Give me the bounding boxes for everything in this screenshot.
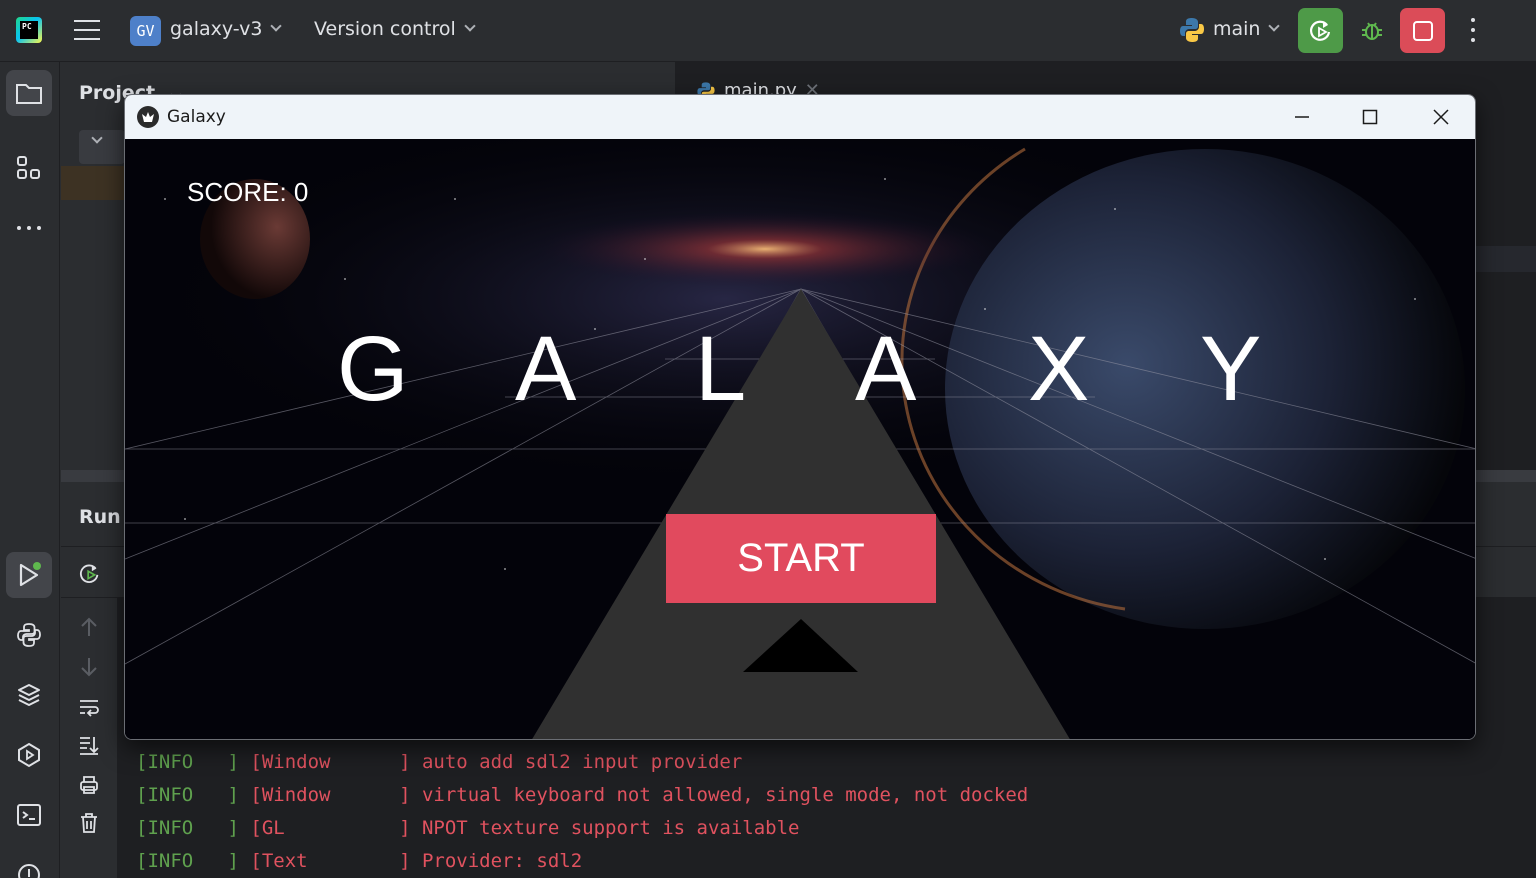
minimize-icon	[1295, 116, 1309, 118]
current-line-highlight	[1475, 246, 1536, 272]
console-line: [INFO ] [Text ] Provider: sdl2	[136, 850, 583, 872]
trash-icon[interactable]	[78, 812, 100, 834]
galaxy-game-window: Galaxy SCORE: 0 G A L A X Y START	[124, 94, 1476, 740]
run-tool-button[interactable]	[6, 552, 52, 598]
score-label: SCORE: 0	[187, 177, 309, 207]
stop-icon	[1412, 20, 1433, 41]
more-actions-icon[interactable]	[1464, 18, 1482, 42]
tree-row-folder[interactable]	[61, 166, 131, 200]
chevron-down-icon	[1268, 20, 1281, 32]
terminal-button[interactable]	[6, 792, 52, 838]
version-control-menu[interactable]: Version control	[314, 18, 476, 40]
structure-icon	[17, 156, 40, 179]
python-icon	[1178, 16, 1206, 44]
structure-tool-button[interactable]	[6, 145, 52, 191]
problems-icon	[18, 864, 40, 878]
start-button[interactable]: START	[666, 514, 936, 603]
maximize-button[interactable]	[1335, 95, 1405, 139]
run-configuration-name: main	[1213, 18, 1261, 40]
title-letter: X	[1028, 318, 1090, 420]
python-console-button[interactable]	[6, 612, 52, 658]
print-icon[interactable]	[78, 774, 100, 796]
left-tool-strip	[0, 62, 60, 878]
services-button[interactable]	[6, 732, 52, 778]
title-letter: Y	[1200, 318, 1262, 420]
title-letter: G	[337, 318, 409, 420]
game-canvas[interactable]: SCORE: 0 G A L A X Y START	[125, 139, 1475, 739]
project-selector[interactable]: galaxy-v3	[170, 18, 283, 40]
run-panel-title: Run	[79, 506, 121, 528]
version-control-label: Version control	[314, 18, 456, 40]
console-line: [INFO ] [GL ] NPOT texture support is av…	[136, 817, 800, 839]
rerun-icon[interactable]	[78, 562, 102, 586]
window-title-bar[interactable]: Galaxy	[125, 95, 1475, 139]
folder-icon	[16, 84, 42, 104]
title-letter: A	[515, 318, 577, 420]
ide-toolbar: PC GV galaxy-v3 Version control main	[0, 0, 1536, 62]
window-title: Galaxy	[167, 107, 226, 127]
debug-button[interactable]	[1356, 14, 1388, 46]
soft-wrap-icon[interactable]	[78, 696, 100, 718]
rerun-icon	[1309, 20, 1330, 41]
arrow-down-icon[interactable]	[78, 656, 100, 678]
chevron-down-icon	[91, 132, 103, 144]
run-side-toolbar	[61, 598, 117, 878]
pycharm-logo-icon: PC	[16, 17, 42, 43]
kivy-logo-icon	[137, 106, 159, 128]
arrow-up-icon[interactable]	[78, 616, 100, 638]
console-line: [INFO ] [Window ] virtual keyboard not a…	[136, 784, 1029, 806]
game-title: G A L A X Y	[125, 318, 1475, 420]
tree-row-root[interactable]	[79, 130, 125, 164]
run-icon	[19, 562, 41, 587]
title-letter: L	[695, 318, 747, 420]
run-configuration-selector[interactable]: main	[1213, 18, 1281, 40]
close-icon	[1433, 109, 1449, 125]
close-button[interactable]	[1406, 95, 1475, 139]
rerun-button[interactable]	[1298, 8, 1343, 53]
chevron-down-icon	[464, 20, 476, 32]
services-icon	[18, 742, 40, 768]
title-letter: A	[855, 318, 917, 420]
bug-icon	[1362, 22, 1382, 40]
maximize-icon	[1362, 109, 1378, 125]
space-background	[125, 139, 1475, 739]
scroll-to-end-icon[interactable]	[78, 734, 100, 756]
more-tools-icon[interactable]	[6, 205, 52, 251]
minimize-button[interactable]	[1267, 95, 1337, 139]
main-menu-icon[interactable]	[74, 18, 100, 42]
layers-icon	[18, 684, 40, 706]
tree-row-item[interactable]	[61, 202, 131, 236]
project-name: galaxy-v3	[170, 18, 263, 40]
python-console-icon	[17, 623, 41, 647]
console-line: [INFO ] [Window ] auto add sdl2 input pr…	[136, 751, 743, 773]
project-tool-button[interactable]	[6, 70, 52, 116]
stop-button[interactable]	[1400, 8, 1445, 53]
chevron-down-icon	[270, 20, 283, 32]
packages-button[interactable]	[6, 672, 52, 718]
terminal-icon	[17, 804, 41, 826]
problems-button[interactable]	[6, 852, 52, 878]
project-badge[interactable]: GV	[130, 16, 161, 46]
